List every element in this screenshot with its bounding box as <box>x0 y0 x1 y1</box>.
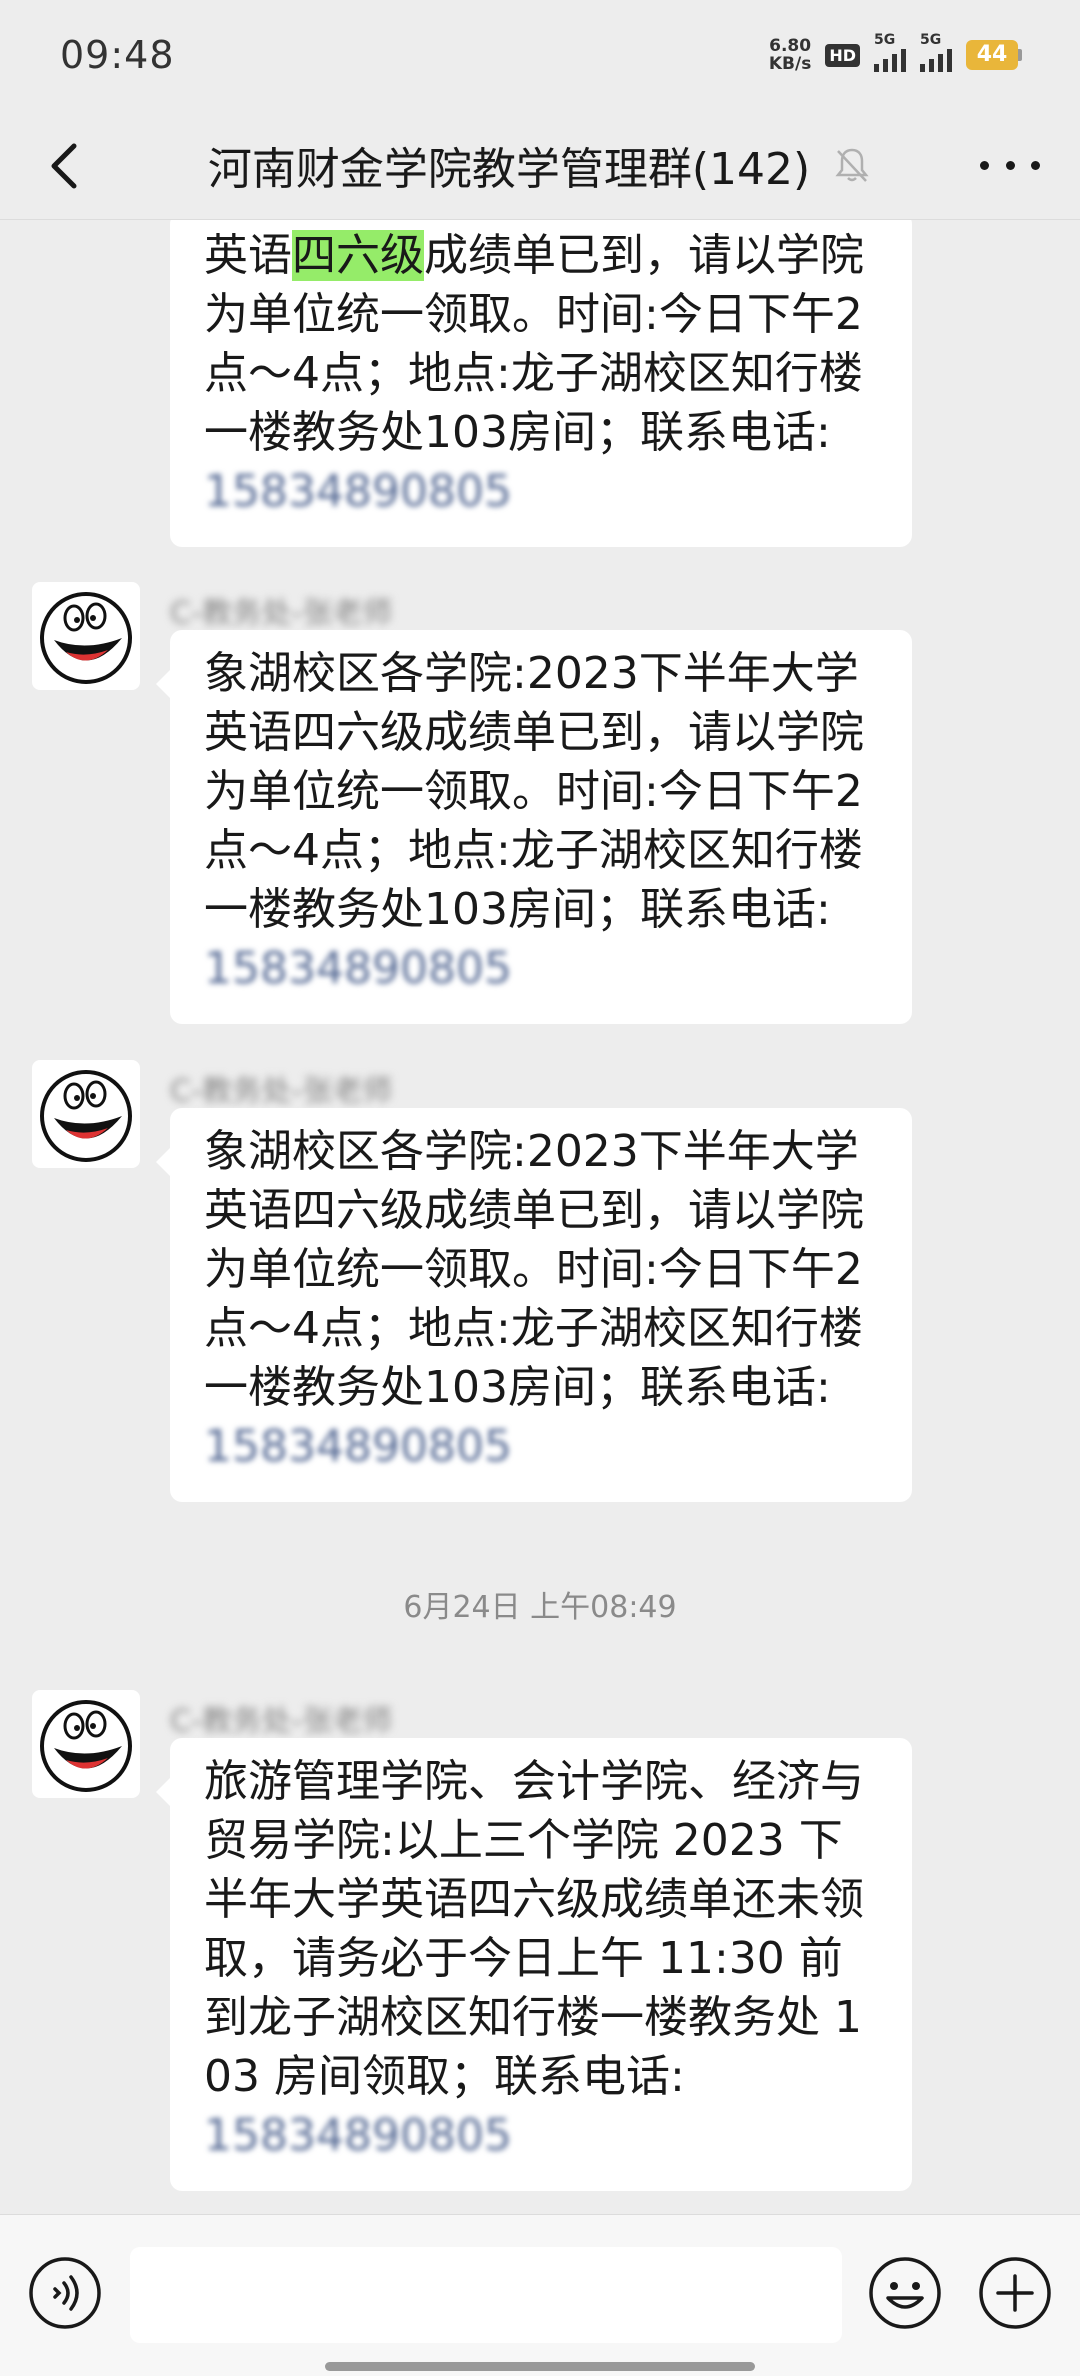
chevron-left-icon[interactable] <box>40 136 90 196</box>
more-dots-icon[interactable] <box>980 150 1040 180</box>
signal-icon-sim2: 5G <box>920 32 952 72</box>
cartoon-face-icon <box>40 592 132 684</box>
sender-name: C-教务处-张老师 <box>170 596 393 631</box>
plus-icon[interactable] <box>978 2256 1052 2330</box>
phone-link[interactable]: 15834890805 <box>204 2110 512 2161</box>
title-group: 河南财金学院教学管理群(142) <box>208 133 872 197</box>
voice-icon[interactable] <box>28 2256 102 2330</box>
avatar[interactable] <box>32 1060 140 1168</box>
sender-name: C-教务处-张老师 <box>170 1074 393 1109</box>
message-bubble[interactable]: 象湖校区各学院:2023下半年大学英语四六级成绩单已到，请以学院为单位统一领取。… <box>156 630 912 1024</box>
battery-level: 44 <box>966 40 1018 70</box>
sender-name: C-教务处-张老师 <box>170 1704 393 1739</box>
message-input[interactable] <box>130 2247 842 2343</box>
avatar[interactable] <box>32 1690 140 1798</box>
cartoon-face-icon <box>40 1070 132 1162</box>
message-bubble[interactable]: 旅游管理学院、会计学院、经济与贸易学院:以上三个学院 2023 下半年大学英语四… <box>156 1738 912 2191</box>
battery-icon: 44 <box>966 40 1022 70</box>
phone-link[interactable]: 15834890805 <box>204 1421 512 1472</box>
chat-header: 河南财金学院教学管理群(142) <box>0 110 1080 220</box>
time-divider: 6月24日 上午08:49 <box>403 1590 677 1625</box>
message-bubble[interactable]: 英语四六级成绩单已到，请以学院为单位统一领取。时间:今日下午2点～4点；地点:龙… <box>170 220 912 547</box>
cartoon-face-icon <box>40 1700 132 1792</box>
chat-list[interactable]: 英语四六级成绩单已到，请以学院为单位统一领取。时间:今日下午2点～4点；地点:龙… <box>0 220 1080 2214</box>
home-indicator[interactable] <box>325 2362 755 2371</box>
avatar[interactable] <box>32 582 140 690</box>
network-speed: 6.80 KB/s <box>768 36 812 74</box>
chat-title: 河南财金学院教学管理群(142) <box>207 144 811 195</box>
status-bar: 09:48 6.80 KB/s HD 5G 5G 44 <box>0 0 1080 110</box>
bell-muted-icon <box>835 148 869 182</box>
status-indicators: 6.80 KB/s HD 5G 5G 44 <box>768 32 1022 74</box>
hd-voice-icon: HD <box>825 43 860 67</box>
message-bubble[interactable]: 象湖校区各学院:2023下半年大学英语四六级成绩单已到，请以学院为单位统一领取。… <box>156 1108 912 1502</box>
phone-link[interactable]: 15834890805 <box>204 466 512 517</box>
signal-icon-sim1: 5G <box>874 32 906 72</box>
search-highlight: 四六级 <box>292 230 424 281</box>
emoji-icon[interactable] <box>868 2256 942 2330</box>
phone-link[interactable]: 15834890805 <box>204 943 512 994</box>
input-bar <box>0 2214 1080 2376</box>
status-time: 09:48 <box>60 33 175 77</box>
